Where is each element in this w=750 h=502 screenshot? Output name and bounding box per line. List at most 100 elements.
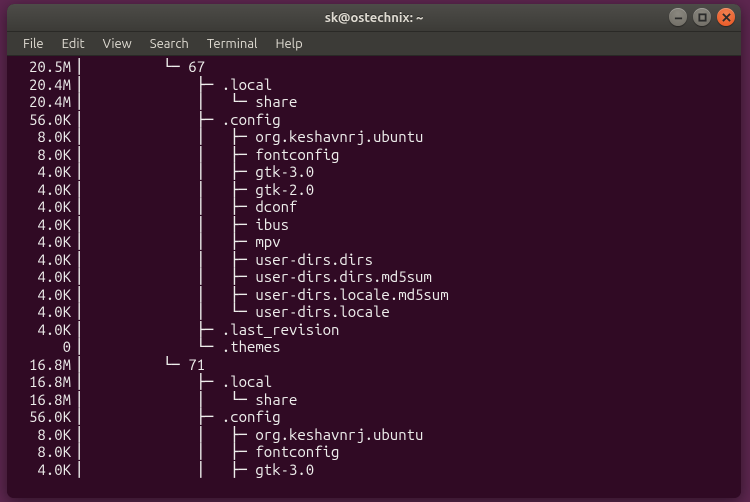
tree-column: │ ├─ mpv [87, 233, 280, 251]
size-column: 4.0K [13, 163, 75, 181]
tree-column: │ ├─ user-dirs.dirs.md5sum [87, 268, 431, 286]
menu-help[interactable]: Help [267, 35, 310, 53]
maximize-icon [698, 13, 707, 22]
tree-column: │ ├─ gtk-3.0 [87, 163, 314, 181]
output-row: 16.8M│ └─ 71 [13, 356, 735, 374]
minimize-button[interactable] [669, 8, 687, 26]
tree-column: │ └─ user-dirs.locale [87, 303, 389, 321]
tree-column: ├─ .local [87, 76, 272, 94]
size-column: 56.0K [13, 408, 75, 426]
window-controls [669, 8, 735, 26]
column-separator: │ [75, 373, 87, 391]
output-row: 8.0K│ │ ├─ fontconfig [13, 443, 735, 461]
column-separator: │ [75, 251, 87, 269]
menu-edit[interactable]: Edit [54, 35, 93, 53]
tree-column: │ ├─ gtk-2.0 [87, 181, 314, 199]
output-row: 4.0K│ ├─ .last_revision [13, 321, 735, 339]
output-row: 8.0K│ │ ├─ fontconfig [13, 146, 735, 164]
column-separator: │ [75, 443, 87, 461]
size-column: 8.0K [13, 443, 75, 461]
size-column: 16.8M [13, 356, 75, 374]
menu-search[interactable]: Search [142, 35, 197, 53]
tree-column: │ ├─ org.keshavnrj.ubuntu [87, 128, 423, 146]
size-column: 16.8M [13, 391, 75, 409]
column-separator: │ [75, 268, 87, 286]
output-row: 4.0K│ │ ├─ user-dirs.locale.md5sum [13, 286, 735, 304]
size-column: 4.0K [13, 181, 75, 199]
column-separator: │ [75, 321, 87, 339]
tree-column: ├─ .config [87, 111, 280, 129]
tree-column: │ ├─ user-dirs.locale.md5sum [87, 286, 448, 304]
column-separator: │ [75, 163, 87, 181]
tree-column: │ ├─ gtk-3.0 [87, 461, 314, 479]
tree-column: │ ├─ user-dirs.dirs [87, 251, 373, 269]
output-row: 8.0K│ │ ├─ org.keshavnrj.ubuntu [13, 426, 735, 444]
menu-view[interactable]: View [95, 35, 140, 53]
size-column: 4.0K [13, 216, 75, 234]
column-separator: │ [75, 181, 87, 199]
column-separator: │ [75, 426, 87, 444]
terminal-output[interactable]: 20.5M│ └─ 6720.4M│ ├─ .local20.4M│ │ └─ … [7, 56, 741, 498]
tree-column: └─ 71 [87, 356, 205, 374]
column-separator: │ [75, 198, 87, 216]
tree-column: │ ├─ org.keshavnrj.ubuntu [87, 426, 423, 444]
window-title: sk@ostechnix: ~ [7, 11, 741, 25]
output-row: 0│ └─ .themes [13, 338, 735, 356]
tree-column: ├─ .last_revision [87, 321, 339, 339]
menu-terminal[interactable]: Terminal [199, 35, 266, 53]
size-column: 4.0K [13, 268, 75, 286]
column-separator: │ [75, 303, 87, 321]
size-column: 20.5M [13, 58, 75, 76]
menubar: File Edit View Search Terminal Help [7, 32, 741, 56]
column-separator: │ [75, 356, 87, 374]
column-separator: │ [75, 286, 87, 304]
output-row: 4.0K│ │ └─ user-dirs.locale [13, 303, 735, 321]
size-column: 4.0K [13, 286, 75, 304]
size-column: 4.0K [13, 321, 75, 339]
size-column: 4.0K [13, 198, 75, 216]
column-separator: │ [75, 461, 87, 479]
output-row: 4.0K│ │ ├─ user-dirs.dirs [13, 251, 735, 269]
column-separator: │ [75, 233, 87, 251]
tree-column: ├─ .config [87, 408, 280, 426]
maximize-button[interactable] [693, 8, 711, 26]
tree-column: │ ├─ dconf [87, 198, 297, 216]
tree-column: ├─ .local [87, 373, 272, 391]
size-column: 56.0K [13, 111, 75, 129]
menu-file[interactable]: File [15, 35, 52, 53]
terminal-window: sk@ostechnix: ~ File Edit View Search Te… [7, 4, 741, 498]
output-row: 20.4M│ │ └─ share [13, 93, 735, 111]
tree-column: │ ├─ ibus [87, 216, 289, 234]
size-column: 4.0K [13, 251, 75, 269]
column-separator: │ [75, 58, 87, 76]
size-column: 8.0K [13, 146, 75, 164]
tree-column: │ ├─ fontconfig [87, 146, 339, 164]
size-column: 4.0K [13, 461, 75, 479]
column-separator: │ [75, 93, 87, 111]
output-row: 4.0K│ │ ├─ user-dirs.dirs.md5sum [13, 268, 735, 286]
window-titlebar: sk@ostechnix: ~ [7, 4, 741, 32]
close-button[interactable] [717, 8, 735, 26]
tree-column: │ └─ share [87, 391, 297, 409]
output-row: 20.5M│ └─ 67 [13, 58, 735, 76]
close-icon [722, 13, 731, 22]
output-row: 16.8M│ │ └─ share [13, 391, 735, 409]
size-column: 4.0K [13, 233, 75, 251]
output-row: 56.0K│ ├─ .config [13, 111, 735, 129]
column-separator: │ [75, 391, 87, 409]
size-column: 16.8M [13, 373, 75, 391]
output-row: 8.0K│ │ ├─ org.keshavnrj.ubuntu [13, 128, 735, 146]
output-row: 56.0K│ ├─ .config [13, 408, 735, 426]
output-row: 4.0K│ │ ├─ ibus [13, 216, 735, 234]
output-row: 16.8M│ ├─ .local [13, 373, 735, 391]
column-separator: │ [75, 216, 87, 234]
size-column: 4.0K [13, 303, 75, 321]
output-row: 4.0K│ │ ├─ mpv [13, 233, 735, 251]
column-separator: │ [75, 76, 87, 94]
column-separator: │ [75, 146, 87, 164]
column-separator: │ [75, 408, 87, 426]
output-row: 4.0K│ │ ├─ gtk-3.0 [13, 163, 735, 181]
minimize-icon [674, 13, 683, 22]
size-column: 8.0K [13, 426, 75, 444]
output-row: 4.0K│ │ ├─ gtk-3.0 [13, 461, 735, 479]
